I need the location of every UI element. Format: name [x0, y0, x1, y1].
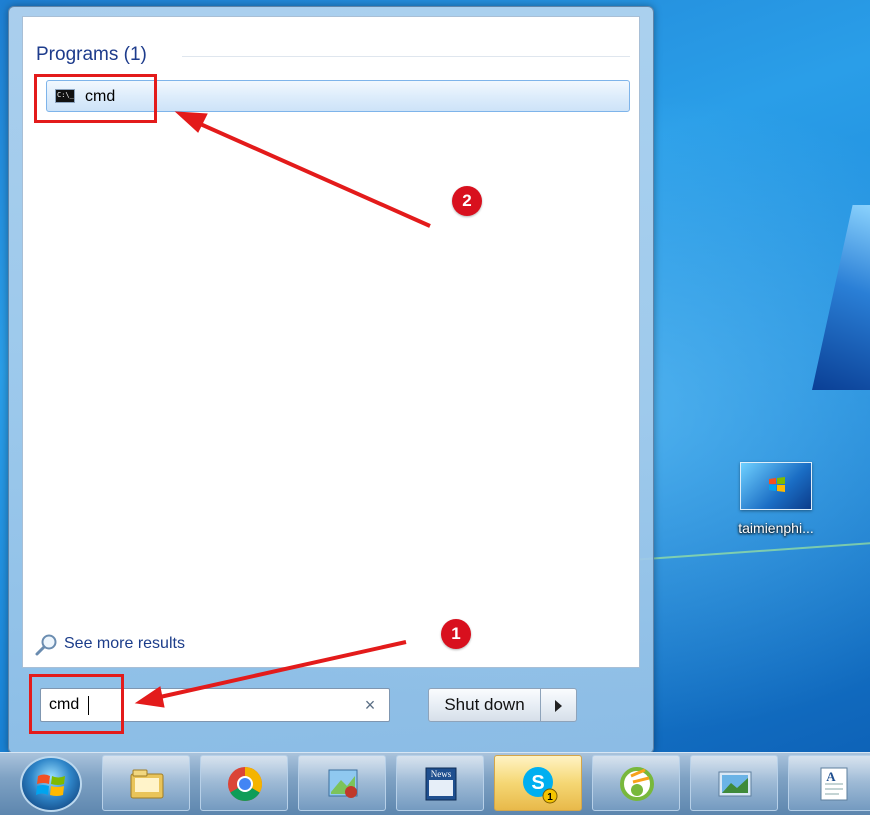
desktop-shortcut-thumbnail — [740, 462, 812, 510]
desktop-icon-taimienphi[interactable]: taimienphi... — [720, 462, 832, 552]
start-button[interactable] — [20, 756, 82, 812]
picture-viewer-icon — [718, 771, 752, 797]
shut-down-options-button[interactable] — [541, 688, 577, 722]
text-caret — [88, 696, 89, 715]
see-more-results-label: See more results — [64, 635, 185, 652]
start-menu-results-pane — [22, 16, 640, 668]
desktop-icon-label: taimienphi... — [738, 520, 814, 536]
windows-logo-icon — [769, 477, 785, 492]
start-search-input[interactable] — [49, 694, 349, 716]
programs-group-header: Programs (1) — [36, 44, 147, 65]
chrome-icon — [228, 767, 262, 801]
magnifier-icon — [35, 634, 57, 656]
clear-search-button[interactable]: × — [361, 695, 379, 715]
program-result-label: cmd — [85, 88, 116, 105]
windows-orb-logo-icon — [36, 774, 65, 796]
step-badge-1: 1 — [441, 619, 471, 649]
taskbar-button-skype[interactable]: S 1 — [494, 755, 582, 811]
taskbar-button-file-explorer[interactable] — [102, 755, 190, 811]
taskbar-button-picture-viewer[interactable] — [690, 755, 778, 811]
start-search-box[interactable]: × — [40, 688, 390, 722]
wordpad-icon: A — [820, 767, 848, 801]
header-divider — [182, 56, 630, 57]
arrow-right-icon — [555, 700, 562, 712]
program-result-cmd[interactable]: C:\_ cmd — [46, 80, 630, 112]
taskbar-button-chrome[interactable] — [200, 755, 288, 811]
taskbar-button-paint[interactable] — [298, 755, 386, 811]
file-explorer-icon — [130, 769, 164, 799]
svg-text:News: News — [431, 769, 452, 779]
taskbar-button-wordpad[interactable]: A — [788, 755, 870, 811]
coccoc-icon — [620, 767, 654, 801]
shut-down-button[interactable]: Shut down — [428, 688, 541, 722]
skype-icon: S 1 — [523, 767, 558, 804]
skype-notification-badge: 1 — [547, 792, 553, 803]
command-prompt-icon: C:\_ — [55, 89, 75, 103]
paint-icon — [328, 769, 358, 798]
step-badge-2: 2 — [452, 186, 482, 216]
wallpaper-windows-logo — [812, 205, 870, 390]
svg-text:A: A — [826, 769, 836, 784]
svg-text:S: S — [531, 772, 544, 794]
news-icon: News — [425, 767, 457, 801]
taskbar-button-news[interactable]: News — [396, 755, 484, 811]
taskbar-button-coccoc[interactable] — [592, 755, 680, 811]
